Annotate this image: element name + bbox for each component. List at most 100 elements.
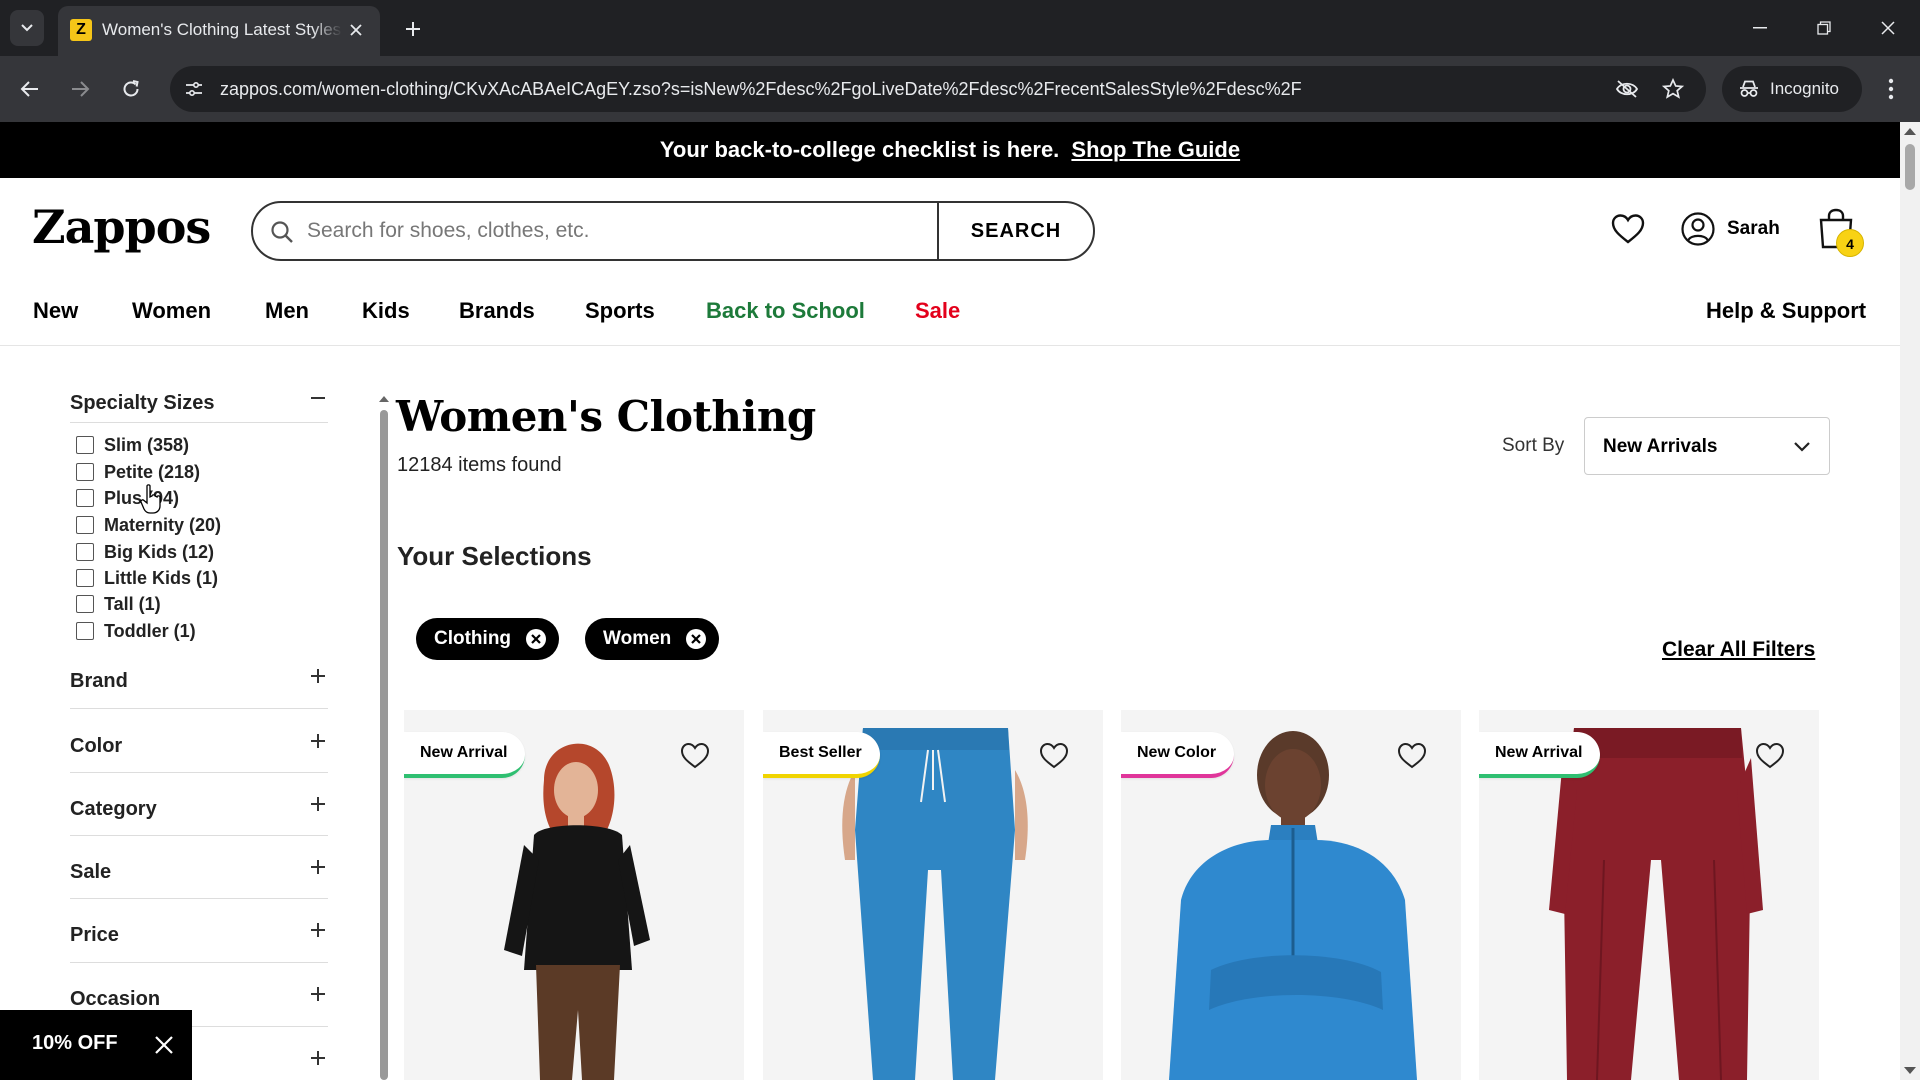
product-badge-new-color: New Color [1121, 732, 1235, 778]
checkbox[interactable] [76, 516, 94, 534]
remove-circle-x-icon[interactable] [525, 628, 547, 650]
discount-toast[interactable]: 10% OFF [0, 1010, 192, 1080]
account-name[interactable]: Sarah [1727, 218, 1780, 240]
minimize-button[interactable] [1740, 12, 1780, 44]
scroll-up-arrow-icon[interactable] [379, 396, 389, 402]
filter-color-header[interactable]: Color [70, 727, 328, 767]
nav-brands[interactable]: Brands [459, 298, 535, 324]
page-scrollbar[interactable] [1900, 122, 1920, 1080]
product-card[interactable]: New Color [1121, 710, 1461, 1080]
zappos-logo[interactable]: Zappos [32, 200, 211, 254]
search-button[interactable]: SEARCH [937, 203, 1093, 259]
specialty-option-maternity[interactable]: Maternity (20) [76, 513, 221, 537]
incognito-indicator[interactable]: Incognito [1722, 66, 1862, 112]
scrollbar-thumb[interactable] [1905, 144, 1915, 190]
plus-icon [311, 987, 325, 1001]
filter-sale-header[interactable]: Sale [70, 853, 328, 893]
site-info-icon[interactable] [182, 77, 206, 101]
discount-text: 10% OFF [32, 1032, 118, 1054]
checkbox[interactable] [76, 489, 94, 507]
chevron-down-icon [1794, 442, 1810, 452]
specialty-option-toddler[interactable]: Toddler (1) [76, 619, 196, 643]
nav-women[interactable]: Women [132, 298, 211, 324]
nav-help-support[interactable]: Help & Support [1706, 298, 1866, 324]
search-icon [269, 219, 295, 245]
filter-price-header[interactable]: Price [70, 916, 328, 956]
checkbox[interactable] [76, 569, 94, 587]
favorite-heart-icon[interactable] [1755, 742, 1785, 770]
filter-chip-women[interactable]: Women [585, 618, 720, 660]
nav-new[interactable]: New [33, 298, 78, 324]
checkbox[interactable] [76, 595, 94, 613]
specialty-option-slim[interactable]: Slim (358) [76, 433, 189, 457]
nav-back-to-school[interactable]: Back to School [706, 298, 865, 324]
promo-text: Your back-to-college checklist is here. [659, 137, 1060, 162]
new-tab-button[interactable] [398, 14, 428, 44]
close-icon [1881, 21, 1895, 35]
restore-icon [1817, 21, 1831, 35]
filter-brand-header[interactable]: Brand [70, 662, 328, 702]
checkbox[interactable] [76, 463, 94, 481]
browser-tab[interactable]: Z Women's Clothing Latest Styles [58, 6, 380, 56]
filter-title: Category [70, 798, 157, 820]
reload-icon [123, 80, 139, 97]
scroll-up-arrow-icon[interactable] [1904, 128, 1916, 135]
specialty-option-plus[interactable]: Plus (94) [76, 486, 179, 510]
product-badge-new-arrival: New Arrival [1479, 732, 1601, 778]
product-card[interactable]: Best Seller [763, 710, 1103, 1080]
forward-button[interactable] [62, 71, 98, 107]
favorite-heart-icon[interactable] [680, 742, 710, 770]
filter-title: Price [70, 924, 119, 946]
option-label: Slim (358) [104, 434, 190, 455]
sort-value: New Arrivals [1603, 436, 1718, 457]
favorites-heart-icon[interactable] [1610, 212, 1646, 246]
plus-icon [311, 1051, 325, 1065]
favorite-heart-icon[interactable] [1397, 742, 1427, 770]
checkbox[interactable] [76, 622, 94, 640]
url-text: zappos.com/women-clothing/CKvXAcABAeICAg… [220, 79, 1302, 99]
favorite-heart-icon[interactable] [1039, 742, 1069, 770]
specialty-option-big-kids[interactable]: Big Kids (12) [76, 540, 214, 564]
nav-sale[interactable]: Sale [915, 298, 960, 324]
remove-circle-x-icon[interactable] [685, 628, 707, 650]
address-bar[interactable]: zappos.com/women-clothing/CKvXAcABAeICAg… [170, 66, 1706, 112]
checkbox[interactable] [76, 543, 94, 561]
product-card[interactable]: New Arrival [1479, 710, 1819, 1080]
tracking-protection-eye-off-icon[interactable] [1614, 77, 1640, 101]
specialty-option-petite[interactable]: Petite (218) [76, 460, 200, 484]
reload-button[interactable] [113, 71, 149, 107]
specialty-option-tall[interactable]: Tall (1) [76, 592, 161, 616]
product-badge-best-seller: Best Seller [763, 732, 880, 778]
sidebar-scrollbar[interactable] [378, 396, 390, 1080]
restore-button[interactable] [1804, 12, 1844, 44]
tab-close-button[interactable] [346, 20, 366, 40]
back-button[interactable] [12, 71, 48, 107]
option-label: Petite (218) [104, 461, 201, 482]
search-input[interactable] [307, 203, 987, 259]
tab-search-dropdown[interactable] [10, 10, 44, 46]
filter-category-header[interactable]: Category [70, 790, 328, 830]
clear-all-filters-link[interactable]: Clear All Filters [1662, 638, 1815, 662]
filter-specialty-sizes-header[interactable]: Specialty Sizes [70, 384, 328, 424]
sort-select[interactable]: New Arrivals [1584, 417, 1830, 475]
bookmark-star-icon[interactable] [1660, 77, 1686, 101]
promo-link[interactable]: Shop The Guide [1071, 137, 1240, 162]
close-window-button[interactable] [1868, 12, 1908, 44]
checkbox[interactable] [76, 436, 94, 454]
specialty-option-little-kids[interactable]: Little Kids (1) [76, 566, 218, 590]
option-label: Little Kids (1) [104, 567, 219, 588]
nav-sports[interactable]: Sports [585, 298, 655, 324]
nav-kids[interactable]: Kids [362, 298, 410, 324]
browser-menu-button[interactable] [1876, 71, 1906, 107]
scroll-down-arrow-icon[interactable] [1904, 1067, 1916, 1074]
divider [70, 835, 328, 836]
sidebar-scrollbar-thumb[interactable] [380, 410, 388, 1080]
nav-men[interactable]: Men [265, 298, 309, 324]
filter-chip-clothing[interactable]: Clothing [416, 618, 560, 660]
option-label: Maternity (20) [104, 514, 222, 535]
cart-count-badge: 4 [1836, 229, 1864, 257]
close-icon[interactable] [153, 1034, 175, 1056]
account-user-icon[interactable] [1680, 211, 1716, 247]
product-card[interactable]: New Arrival [404, 710, 744, 1080]
minus-icon [311, 397, 325, 399]
